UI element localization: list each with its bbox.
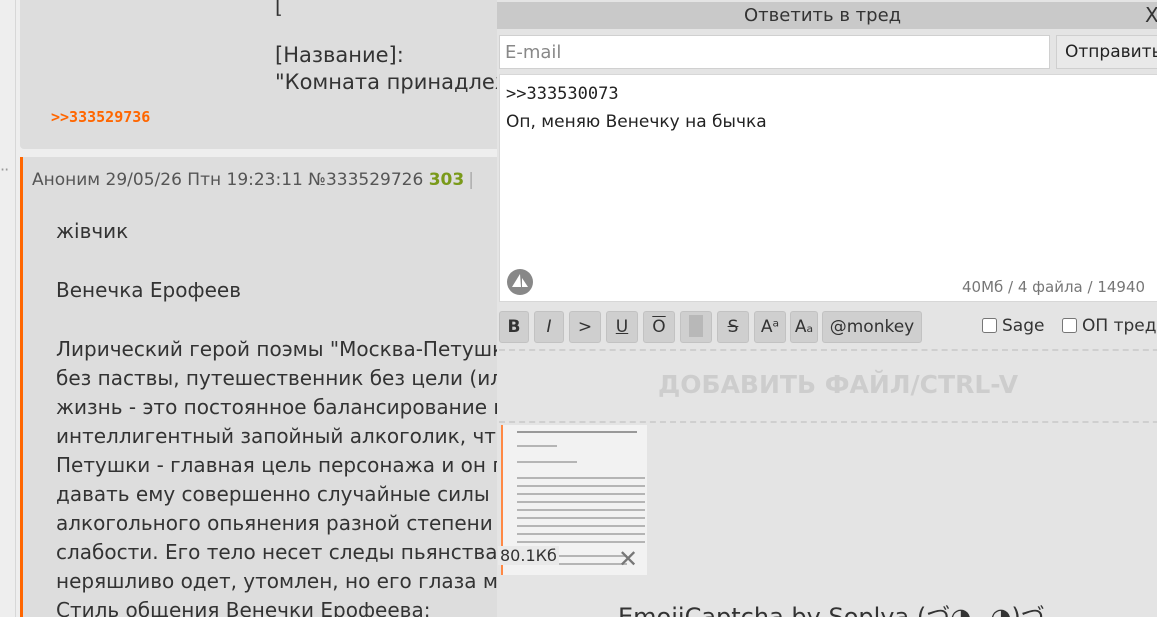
dropzone-label: ДОБАВИТЬ ФАЙЛ/CTRL-V: [658, 370, 1019, 399]
sage-label: Sage: [1002, 316, 1045, 336]
post-line: Петушки - главная цель персонажа и он го: [56, 453, 516, 477]
sage-checkbox[interactable]: [982, 318, 997, 333]
post-previous: [ [Название]: "Комната принадлеж >>33352…: [20, 0, 514, 149]
post-header-separator: |: [468, 170, 474, 190]
email-field[interactable]: [499, 35, 1050, 69]
message-line: >>333530073: [506, 84, 619, 104]
subscript-button[interactable]: Aₐ: [790, 311, 818, 343]
sails-icon[interactable]: [506, 268, 534, 296]
post-line: жизнь - это постоянное балансирование н: [56, 395, 507, 419]
post-line: давать ему совершенно случайные силы и: [56, 482, 510, 506]
attachment-size: 80.1Кб: [498, 546, 559, 565]
italic-button[interactable]: I: [534, 311, 564, 343]
thread-rail: [0, 0, 16, 617]
op-option[interactable]: ОП тред: [1062, 316, 1156, 336]
spoiler-icon: [689, 315, 703, 337]
post-replies-count[interactable]: 303: [429, 170, 465, 190]
overline-button[interactable]: O: [643, 311, 675, 343]
post-body: жівчик Венечка Ерофеев Лирический герой …: [56, 217, 516, 617]
post-header: Аноним 29/05/26 Птн 19:23:11 №333529726 …: [32, 170, 474, 190]
post-line: без паствы, путешественник без цели (ил: [56, 366, 503, 390]
post-number[interactable]: №333529726: [308, 170, 423, 190]
post-text-bracket: [: [275, 0, 283, 18]
post-text-name-value: "Комната принадлеж: [275, 70, 514, 94]
post-line: интеллигентный запойный алкоголик, что: [56, 424, 509, 448]
reply-form: Ответить в тред X Отправить >>333530073 …: [497, 0, 1157, 617]
upload-limits: 40Мб / 4 файла / 14940: [962, 278, 1146, 296]
message-line: Оп, меняю Венечку на бычка: [506, 112, 767, 132]
spoiler-button[interactable]: [680, 311, 712, 343]
remove-file-icon[interactable]: ✕: [618, 545, 638, 573]
op-label: ОП тред: [1082, 316, 1157, 336]
strike-button[interactable]: S: [717, 311, 749, 343]
post-menu-icon[interactable]: ··: [0, 160, 9, 179]
reply-link[interactable]: >>333529736: [51, 108, 150, 126]
post-line: Венечка Ерофеев: [56, 278, 241, 302]
submit-button[interactable]: Отправить: [1056, 35, 1157, 69]
post-line: Стиль общения Венечки Ерофеева:: [56, 598, 431, 617]
post-line: алкогольного опьянения разной степени -: [56, 511, 507, 535]
post-date: 29/05/26 Птн 19:23:11: [105, 170, 303, 190]
post-author: Аноним: [32, 170, 101, 190]
sage-option[interactable]: Sage: [982, 316, 1044, 336]
reply-form-header[interactable]: Ответить в тред X: [497, 2, 1157, 29]
close-icon[interactable]: X: [1145, 3, 1157, 27]
post-main: Аноним 29/05/26 Птн 19:23:11 №333529726 …: [20, 157, 515, 617]
op-checkbox[interactable]: [1062, 318, 1077, 333]
post-line: неряшливо одет, утомлен, но его глаза мо: [56, 569, 511, 593]
underline-button[interactable]: U: [606, 311, 638, 343]
post-line: жівчик: [56, 219, 129, 243]
post-line: слабости. Его тело несет следы пьянства:: [56, 540, 505, 564]
reply-form-title: Ответить в тред: [744, 5, 902, 26]
captcha-label: EmojiCaptcha by Soplya (づ◕‿◕)づ: [618, 603, 1045, 617]
post-text-name-label: [Название]:: [275, 43, 404, 67]
message-textarea[interactable]: >>333530073 Оп, меняю Венечку на бычка 4…: [499, 74, 1157, 302]
quote-button[interactable]: >: [569, 311, 601, 343]
bold-button[interactable]: B: [499, 311, 529, 343]
post-line: Лирический герой поэмы "Москва-Петушк: [56, 337, 505, 361]
monkey-button[interactable]: @monkey: [822, 311, 922, 343]
superscript-button[interactable]: Aᵃ: [754, 311, 786, 343]
